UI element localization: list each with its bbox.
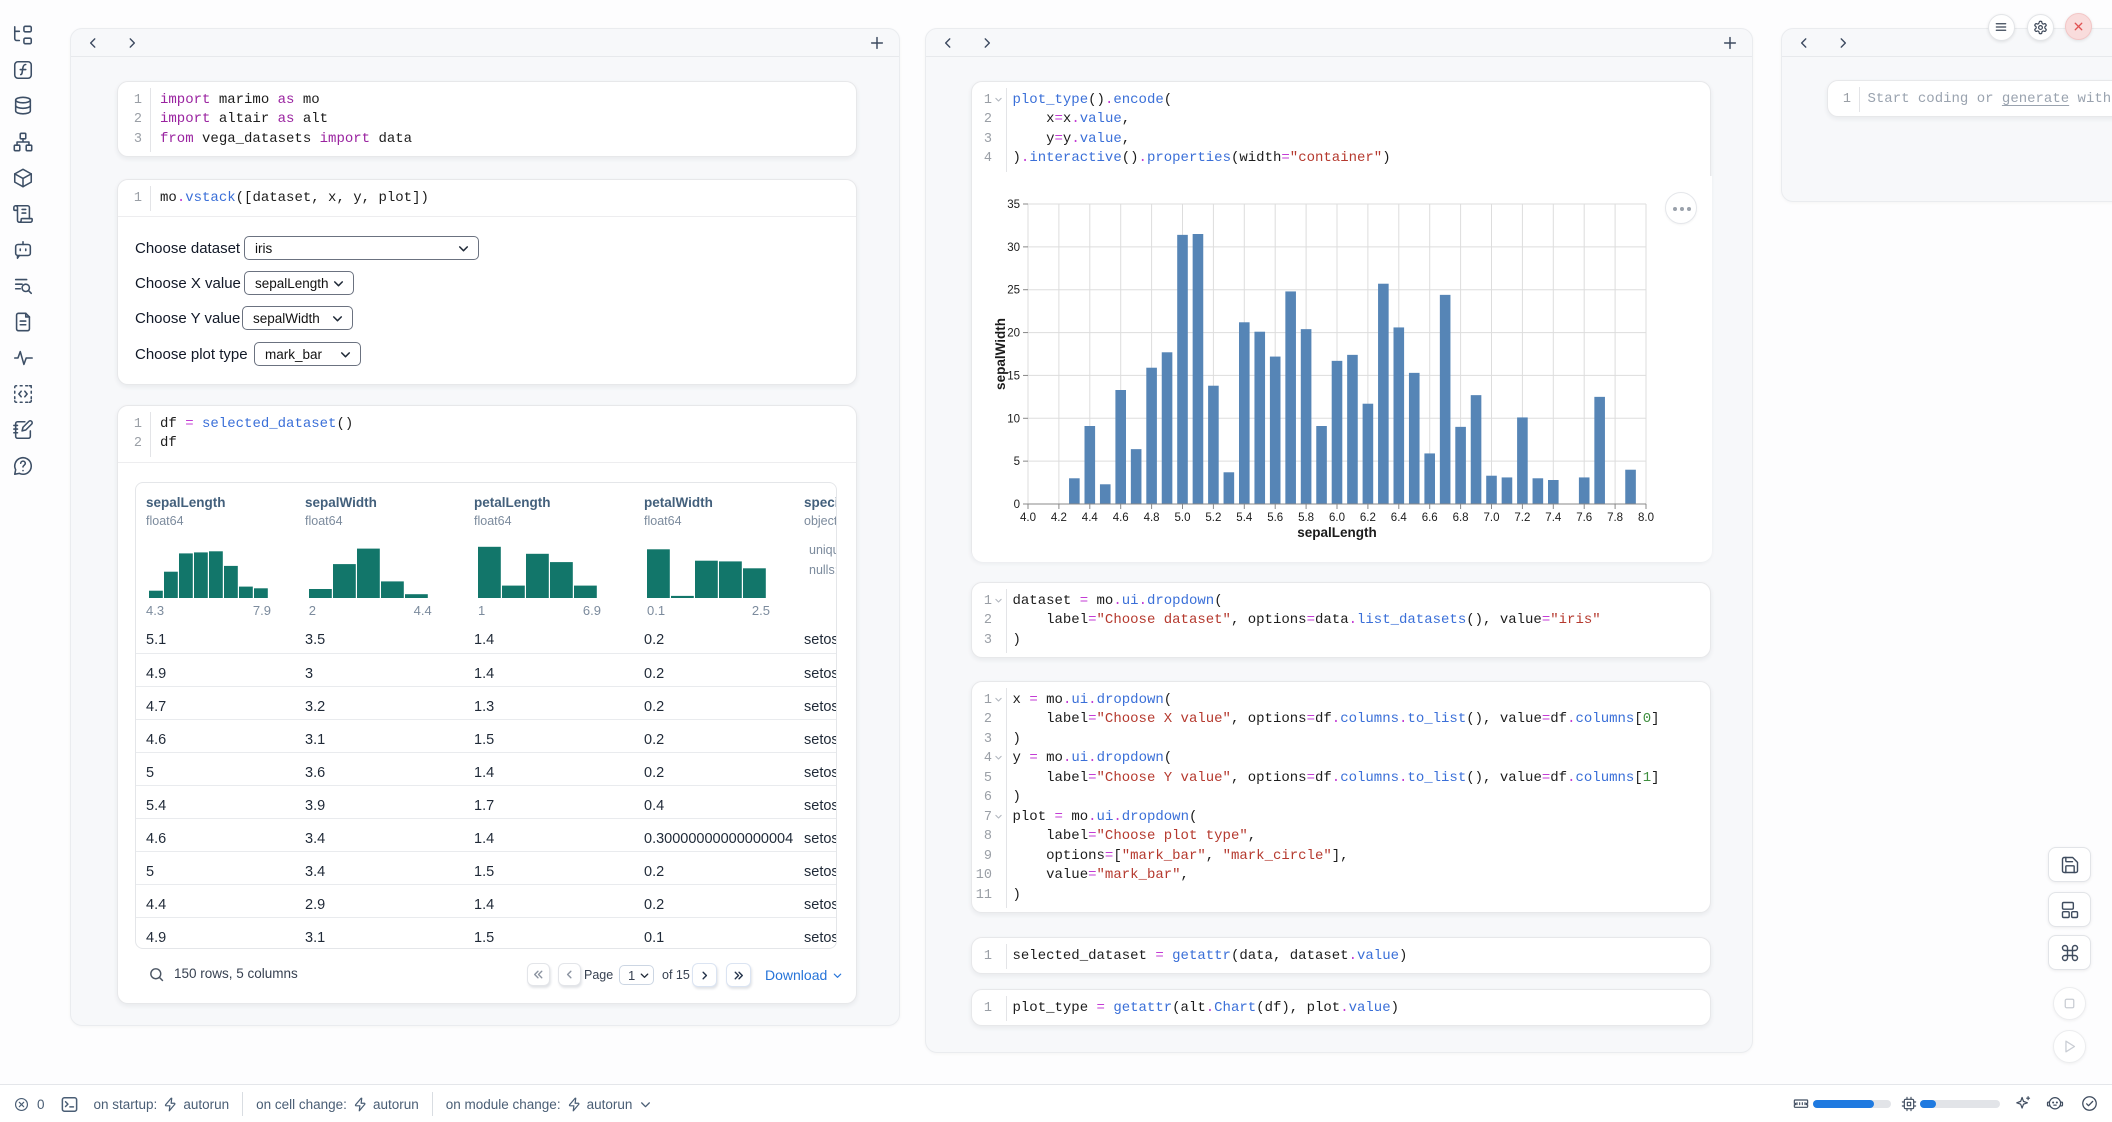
svg-text:0: 0 (1014, 499, 1020, 511)
svg-text:7.8: 7.8 (1607, 512, 1623, 524)
svg-text:6.8: 6.8 (1453, 512, 1469, 524)
svg-text:5.2: 5.2 (1205, 512, 1221, 524)
svg-text:15: 15 (1007, 370, 1020, 382)
svg-text:35: 35 (1007, 199, 1020, 211)
svg-text:4.4: 4.4 (1082, 512, 1099, 524)
svg-text:6.6: 6.6 (1422, 512, 1438, 524)
svg-text:sepalLength: sepalLength (1297, 525, 1377, 540)
svg-text:4.0: 4.0 (1020, 512, 1036, 524)
svg-text:30: 30 (1007, 242, 1020, 254)
svg-text:5.4: 5.4 (1236, 512, 1253, 524)
svg-text:7.2: 7.2 (1514, 512, 1530, 524)
svg-text:4.8: 4.8 (1144, 512, 1160, 524)
svg-text:25: 25 (1007, 285, 1020, 297)
svg-text:sepalWidth: sepalWidth (993, 318, 1008, 390)
svg-text:10: 10 (1007, 413, 1020, 425)
svg-text:5.6: 5.6 (1267, 512, 1283, 524)
svg-text:6.4: 6.4 (1391, 512, 1408, 524)
svg-text:5: 5 (1014, 456, 1020, 468)
svg-text:6.0: 6.0 (1329, 512, 1345, 524)
svg-text:20: 20 (1007, 328, 1020, 340)
svg-text:5.0: 5.0 (1175, 512, 1191, 524)
svg-text:7.6: 7.6 (1576, 512, 1592, 524)
svg-text:7.0: 7.0 (1484, 512, 1500, 524)
svg-text:5.8: 5.8 (1298, 512, 1314, 524)
svg-text:7.4: 7.4 (1545, 512, 1562, 524)
svg-text:6.2: 6.2 (1360, 512, 1376, 524)
svg-text:4.6: 4.6 (1113, 512, 1129, 524)
svg-text:4.2: 4.2 (1051, 512, 1067, 524)
svg-text:8.0: 8.0 (1638, 512, 1654, 524)
